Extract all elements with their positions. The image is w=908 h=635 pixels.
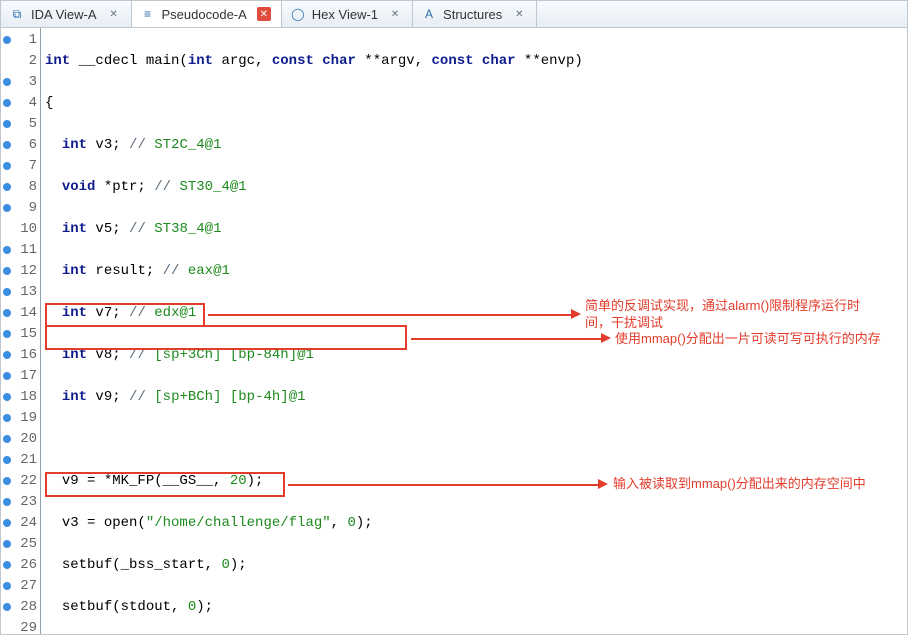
breakpoint-marker[interactable] xyxy=(3,414,11,422)
line-number: 14 xyxy=(20,305,37,321)
line-number: 13 xyxy=(20,284,37,300)
breakpoint-marker[interactable] xyxy=(3,36,11,44)
breakpoint-marker[interactable] xyxy=(3,456,11,464)
tab-label: Hex View-1 xyxy=(312,7,378,22)
breakpoint-marker[interactable] xyxy=(3,246,11,254)
code-line: int v5; // ST38_4@1 xyxy=(45,219,907,240)
line-number: 24 xyxy=(20,515,37,531)
code-line: v9 = *MK_FP(__GS__, 20); xyxy=(45,471,907,492)
breakpoint-marker[interactable] xyxy=(3,393,11,401)
breakpoint-marker[interactable] xyxy=(3,477,11,485)
code-line: int v3; // ST2C_4@1 xyxy=(45,135,907,156)
line-number: 22 xyxy=(20,473,37,489)
doc-layout-icon: ⧉ xyxy=(9,6,25,22)
app-window: ⧉ IDA View-A ✕ ≡ Pseudocode-A ✕ ◯ Hex Vi… xyxy=(0,0,908,635)
line-number: 29 xyxy=(20,620,37,634)
breakpoint-marker[interactable] xyxy=(3,603,11,611)
line-number: 1 xyxy=(29,32,37,48)
code-line: void *ptr; // ST30_4@1 xyxy=(45,177,907,198)
line-number: 10 xyxy=(20,221,37,237)
line-number: 15 xyxy=(20,326,37,342)
breakpoint-marker[interactable] xyxy=(3,372,11,380)
structures-icon: A xyxy=(421,6,437,22)
line-number: 26 xyxy=(20,557,37,573)
line-number: 8 xyxy=(29,179,37,195)
tab-label: IDA View-A xyxy=(31,7,97,22)
tab-structures[interactable]: A Structures ✕ xyxy=(413,1,537,27)
code-area[interactable]: int __cdecl main(int argc, const char **… xyxy=(41,28,907,634)
line-number-gutter: 1 2 3 4 5 6 7 8 9 10 11 12 13 14 15 16 1… xyxy=(1,28,41,634)
breakpoint-marker[interactable] xyxy=(3,162,11,170)
line-number: 4 xyxy=(29,95,37,111)
breakpoint-marker[interactable] xyxy=(3,78,11,86)
tab-hex-view-1[interactable]: ◯ Hex View-1 ✕ xyxy=(282,1,413,27)
breakpoint-marker[interactable] xyxy=(3,267,11,275)
code-line: int v7; // edx@1 xyxy=(45,303,907,324)
breakpoint-marker[interactable] xyxy=(3,498,11,506)
tab-label: Structures xyxy=(443,7,502,22)
line-number: 18 xyxy=(20,389,37,405)
line-number: 9 xyxy=(29,200,37,216)
code-line: int v8; // [sp+3Ch] [bp-84h]@1 xyxy=(45,345,907,366)
breakpoint-marker[interactable] xyxy=(3,540,11,548)
line-number: 6 xyxy=(29,137,37,153)
close-icon[interactable]: ✕ xyxy=(257,7,271,21)
code-line: int __cdecl main(int argc, const char **… xyxy=(45,51,907,72)
breakpoint-marker[interactable] xyxy=(3,561,11,569)
breakpoint-marker[interactable] xyxy=(3,351,11,359)
line-number: 28 xyxy=(20,599,37,615)
line-number: 7 xyxy=(29,158,37,174)
line-number: 17 xyxy=(20,368,37,384)
tab-pseudocode-a[interactable]: ≡ Pseudocode-A ✕ xyxy=(132,1,282,27)
code-line: setbuf(_bss_start, 0); xyxy=(45,555,907,576)
line-number: 3 xyxy=(29,74,37,90)
line-number: 2 xyxy=(29,53,37,69)
line-number: 25 xyxy=(20,536,37,552)
tab-label: Pseudocode-A xyxy=(162,7,247,22)
line-number: 20 xyxy=(20,431,37,447)
tab-ida-view-a[interactable]: ⧉ IDA View-A ✕ xyxy=(1,1,132,27)
hex-icon: ◯ xyxy=(290,6,306,22)
breakpoint-marker[interactable] xyxy=(3,183,11,191)
line-number: 27 xyxy=(20,578,37,594)
code-line: { xyxy=(45,93,907,114)
breakpoint-marker[interactable] xyxy=(3,330,11,338)
breakpoint-marker[interactable] xyxy=(3,435,11,443)
line-number: 11 xyxy=(20,242,37,258)
code-line: v3 = open("/home/challenge/flag", 0); xyxy=(45,513,907,534)
code-line: setbuf(stdout, 0); xyxy=(45,597,907,618)
breakpoint-marker[interactable] xyxy=(3,141,11,149)
close-icon[interactable]: ✕ xyxy=(107,7,121,21)
line-number: 19 xyxy=(20,410,37,426)
line-number: 12 xyxy=(20,263,37,279)
breakpoint-marker[interactable] xyxy=(3,519,11,527)
line-number: 5 xyxy=(29,116,37,132)
close-icon[interactable]: ✕ xyxy=(388,7,402,21)
code-line: int result; // eax@1 xyxy=(45,261,907,282)
breakpoint-marker[interactable] xyxy=(3,204,11,212)
code-line xyxy=(45,429,907,450)
line-number: 23 xyxy=(20,494,37,510)
breakpoint-marker[interactable] xyxy=(3,99,11,107)
breakpoint-marker[interactable] xyxy=(3,582,11,590)
breakpoint-marker[interactable] xyxy=(3,288,11,296)
tab-bar: ⧉ IDA View-A ✕ ≡ Pseudocode-A ✕ ◯ Hex Vi… xyxy=(1,1,907,28)
code-line: int v9; // [sp+BCh] [bp-4h]@1 xyxy=(45,387,907,408)
line-number: 16 xyxy=(20,347,37,363)
editor: 1 2 3 4 5 6 7 8 9 10 11 12 13 14 15 16 1… xyxy=(1,28,907,634)
close-icon[interactable]: ✕ xyxy=(512,7,526,21)
tab-bar-filler xyxy=(537,1,907,27)
breakpoint-marker[interactable] xyxy=(3,120,11,128)
line-number: 21 xyxy=(20,452,37,468)
breakpoint-marker[interactable] xyxy=(3,309,11,317)
doc-layout-icon: ≡ xyxy=(140,6,156,22)
